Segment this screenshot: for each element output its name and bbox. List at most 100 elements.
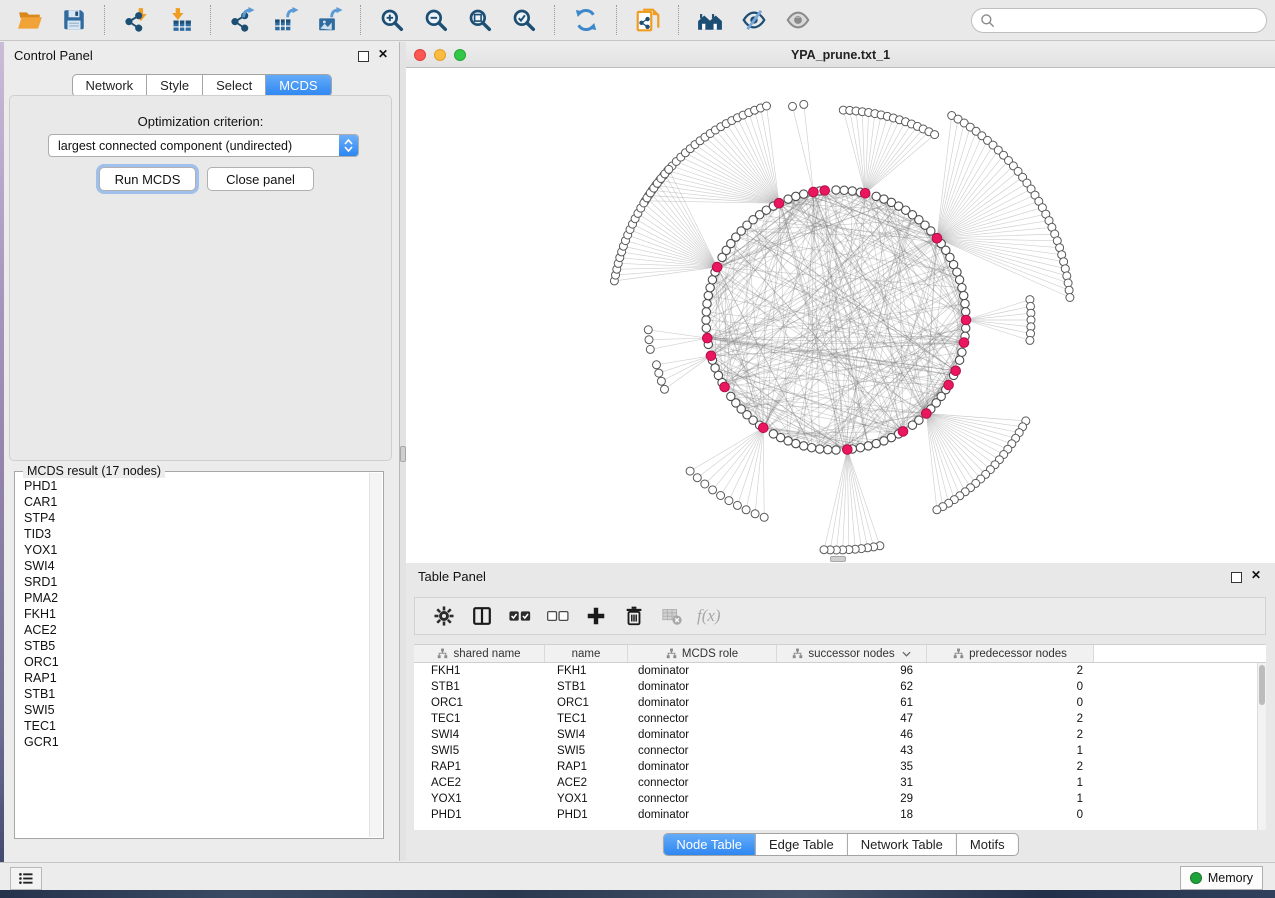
network-node[interactable] [706,284,714,292]
network-mcds-node[interactable] [898,427,908,437]
close-panel-button[interactable]: Close panel [207,167,314,191]
tab-mcds[interactable]: MCDS [266,75,330,96]
table-scrollbar[interactable] [1257,663,1266,830]
network-node[interactable] [784,195,792,203]
cell-predecessor-nodes[interactable]: 0 [927,681,1094,693]
network-node[interactable] [703,300,711,308]
refresh-layout-button[interactable] [564,2,608,38]
network-leaf-node[interactable] [789,102,797,110]
network-leaf-node[interactable] [933,506,941,514]
network-node[interactable] [711,364,719,372]
network-leaf-node[interactable] [931,131,939,139]
table-row[interactable]: PHD1PHD1dominator180 [414,807,1266,823]
select-all-button[interactable] [501,600,539,632]
network-leaf-node[interactable] [725,497,733,505]
network-leaf-node[interactable] [653,361,661,369]
network-node[interactable] [792,192,800,200]
network-leaf-node[interactable] [820,546,828,554]
mcds-result-item[interactable]: ACE2 [24,622,383,638]
network-mcds-node[interactable] [843,445,853,455]
memory-button[interactable]: Memory [1180,866,1263,890]
cell-predecessor-nodes[interactable]: 0 [927,809,1094,821]
network-node[interactable] [708,276,716,284]
cell-name[interactable]: ACE2 [545,777,628,789]
cell-mcds-role[interactable]: connector [628,745,777,757]
cell-name[interactable]: TEC1 [545,713,628,725]
cell-name[interactable]: SWI4 [545,729,628,741]
network-node[interactable] [872,439,880,447]
mcds-result-item[interactable]: RAP1 [24,670,383,686]
network-node[interactable] [908,421,916,429]
network-mcds-node[interactable] [951,366,961,376]
mcds-result-item[interactable]: ORC1 [24,654,383,670]
network-graph[interactable] [406,68,1275,563]
task-history-button[interactable] [10,867,42,890]
cell-successor-nodes[interactable]: 47 [777,713,927,725]
cell-successor-nodes[interactable]: 31 [777,777,927,789]
cell-successor-nodes[interactable]: 62 [777,681,927,693]
network-node[interactable] [800,442,808,450]
network-mcds-node[interactable] [820,186,830,196]
zoom-in-button[interactable] [370,2,414,38]
network-mcds-node[interactable] [944,380,954,390]
zoom-selected-button[interactable] [502,2,546,38]
network-node[interactable] [769,430,777,438]
network-node[interactable] [955,276,963,284]
mcds-result-item[interactable]: STB1 [24,686,383,702]
network-leaf-node[interactable] [1061,265,1069,273]
cell-shared-name[interactable]: STB1 [414,681,545,693]
tab-style[interactable]: Style [147,75,203,96]
network-leaf-node[interactable] [686,467,694,475]
mcds-result-item[interactable]: TID3 [24,526,383,542]
network-node[interactable] [953,268,961,276]
cell-mcds-role[interactable]: dominator [628,729,777,741]
network-leaf-node[interactable] [655,369,663,377]
mcds-result-item[interactable]: STP4 [24,510,383,526]
network-mcds-node[interactable] [922,409,932,419]
network-node[interactable] [840,186,848,194]
network-mcds-node[interactable] [759,423,769,433]
network-node[interactable] [872,192,880,200]
show-all-button[interactable] [776,2,820,38]
cell-mcds-role[interactable]: dominator [628,665,777,677]
cell-successor-nodes[interactable]: 43 [777,745,927,757]
tab-node-table[interactable]: Node Table [663,834,756,855]
cell-shared-name[interactable]: ACE2 [414,777,545,789]
network-leaf-node[interactable] [760,513,768,521]
zoom-fit-button[interactable] [458,2,502,38]
table-row[interactable]: TEC1TEC1connector472 [414,711,1266,727]
table-row[interactable]: STB1STB1dominator620 [414,679,1266,695]
cell-shared-name[interactable]: SWI5 [414,745,545,757]
network-mcds-node[interactable] [712,262,722,272]
cell-name[interactable]: PHD1 [545,809,628,821]
mcds-result-item[interactable]: SWI4 [24,558,383,574]
mcds-result-item[interactable]: PMA2 [24,590,383,606]
cell-successor-nodes[interactable]: 35 [777,761,927,773]
cell-mcds-role[interactable]: dominator [628,697,777,709]
cell-name[interactable]: SWI5 [545,745,628,757]
delete-column-button[interactable] [615,600,653,632]
cell-successor-nodes[interactable]: 29 [777,793,927,805]
tab-network[interactable]: Network [72,75,147,96]
export-network-button[interactable] [220,2,264,38]
network-mcds-node[interactable] [860,189,870,199]
network-node[interactable] [880,437,888,445]
network-leaf-node[interactable] [693,474,701,482]
open-file-button[interactable] [8,2,52,38]
table-scrollbar-thumb[interactable] [1259,665,1265,705]
close-table-panel-icon[interactable]: ✕ [1251,568,1261,582]
network-node[interactable] [832,446,840,454]
cell-shared-name[interactable]: RAP1 [414,761,545,773]
network-leaf-node[interactable] [717,492,725,500]
table-row[interactable]: FKH1FKH1dominator962 [414,663,1266,679]
network-leaf-node[interactable] [1026,336,1034,344]
mcds-result-item[interactable]: STB5 [24,638,383,654]
column-header-name[interactable]: name [545,645,628,662]
table-row[interactable]: ACE2ACE2connector311 [414,775,1266,791]
cell-successor-nodes[interactable]: 96 [777,665,927,677]
column-header-shared-name[interactable]: shared name [414,645,545,662]
network-leaf-node[interactable] [646,345,654,353]
cell-predecessor-nodes[interactable]: 0 [927,697,1094,709]
network-leaf-node[interactable] [742,506,750,514]
network-leaf-node[interactable] [709,486,717,494]
